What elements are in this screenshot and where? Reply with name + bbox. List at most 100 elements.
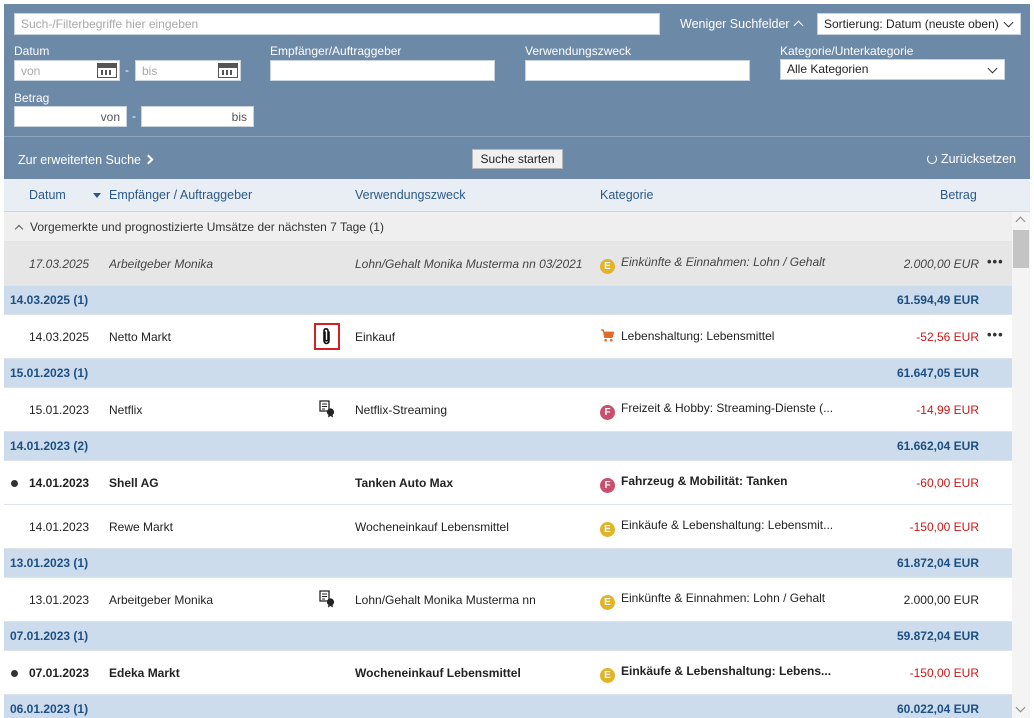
row-purpose: Tanken Auto Max [355, 476, 454, 490]
date-separator: - [125, 63, 129, 77]
row-category-label: Lebenshaltung: Lebensmittel [621, 329, 775, 343]
document-badge-icon[interactable] [318, 400, 336, 418]
transaction-row[interactable]: 14.01.2023 Rewe Markt Wocheneinkauf Lebe… [4, 505, 1012, 549]
group-balance: 61.662,04 EUR [896, 439, 979, 453]
calendar-icon[interactable] [97, 63, 117, 78]
row-date: 17.03.2025 [29, 257, 90, 271]
scroll-up-icon[interactable] [1015, 216, 1026, 227]
purpose-input[interactable] [525, 60, 750, 81]
row-date: 07.01.2023 [29, 666, 90, 680]
transaction-row[interactable]: 13.01.2023 Arbeitgeber Monika Lohn/Gehal… [4, 578, 1012, 622]
row-category: Lebenshaltung: Lebensmittel [600, 328, 840, 343]
row-category-label: Einkünfte & Einnahmen: Lohn / Gehalt [621, 255, 826, 269]
calendar-icon[interactable] [218, 63, 238, 78]
category-e-icon: E [600, 522, 615, 537]
extended-search-link[interactable]: Zur erweiterten Suche [18, 153, 154, 167]
chevron-up-icon [14, 224, 24, 234]
row-purpose: Wocheneinkauf Lebensmittel [355, 666, 521, 680]
row-category-label: Einkünfte & Einnahmen: Lohn / Gehalt [621, 591, 826, 605]
row-payee: Edeka Markt [109, 666, 180, 680]
payee-input[interactable] [270, 60, 495, 81]
category-label: Kategorie/Unterkategorie [780, 44, 914, 58]
row-date: 14.01.2023 [29, 476, 90, 490]
fewer-fields-label: Weniger Suchfelder [680, 17, 790, 31]
more-options-icon[interactable]: ••• [987, 254, 1004, 269]
row-amount: 2.000,00 EUR [903, 257, 979, 271]
transaction-row[interactable]: 15.01.2023 Netflix Netflix-Streaming F Fr… [4, 388, 1012, 432]
row-date: 15.01.2023 [29, 403, 90, 417]
document-badge-icon[interactable] [318, 590, 336, 608]
more-options-icon[interactable]: ••• [987, 327, 1004, 342]
group-date: 14.03.2025 (1) [10, 293, 89, 307]
row-purpose: Lohn/Gehalt Monika Musterma nn 03/2021 [355, 257, 583, 271]
extended-search-label: Zur erweiterten Suche [18, 153, 141, 167]
amount-label: Betrag [14, 91, 50, 105]
row-category: F Freizeit & Hobby: Streaming-Dienste (..… [600, 401, 840, 420]
scroll-down-icon[interactable] [1015, 702, 1026, 713]
chevron-up-icon [793, 20, 804, 31]
chevron-down-icon [1003, 17, 1014, 28]
amount-separator: - [132, 109, 136, 123]
pending-section-title: Vorgemerkte und prognostizierte Umsätze … [30, 220, 384, 234]
row-amount: 2.000,00 EUR [903, 593, 979, 607]
row-category: E Einkünfte & Einnahmen: Lohn / Gehalt [600, 255, 840, 274]
row-category-label: Freizeit & Hobby: Streaming-Dienste (... [621, 401, 834, 415]
reset-label: Zurücksetzen [940, 152, 1016, 166]
pending-section-header[interactable]: Vorgemerkte und prognostizierte Umsätze … [4, 212, 1012, 242]
group-balance: 60.022,04 EUR [896, 702, 979, 716]
group-balance: 61.872,04 EUR [896, 556, 979, 570]
paperclip-icon[interactable] [314, 323, 340, 350]
date-group-row: 13.01.2023 (1) 61.872,04 EUR [4, 549, 1012, 578]
sort-value: Sortierung: Datum (neuste oben) [824, 17, 999, 31]
category-f-icon: F [600, 405, 615, 420]
category-e-icon: E [600, 259, 615, 274]
row-category: E Einkäufe & Lebenshaltung: Lebens... [600, 664, 840, 683]
column-header-purpose[interactable]: Verwendungszweck [355, 188, 465, 202]
pending-transaction-row[interactable]: 17.03.2025 Arbeitgeber Monika Lohn/Gehal… [4, 242, 1012, 286]
amount-from-input[interactable] [14, 106, 127, 127]
category-value: Alle Kategorien [787, 62, 869, 76]
chevron-down-icon [987, 63, 998, 74]
category-f-icon: F [600, 478, 615, 493]
row-amount: -52,56 EUR [916, 330, 979, 344]
row-payee: Arbeitgeber Monika [109, 257, 214, 271]
table-header: Datum Empfänger / Auftraggeber Verwendun… [4, 179, 1030, 212]
purpose-label: Verwendungszweck [525, 44, 632, 58]
sort-desc-icon[interactable] [93, 193, 101, 198]
scrollbar-thumb[interactable] [1013, 230, 1029, 268]
row-purpose: Netflix-Streaming [355, 403, 448, 417]
search-panel: Weniger Suchfelder Sortierung: Datum (ne… [4, 4, 1030, 179]
column-header-category[interactable]: Kategorie [600, 188, 654, 202]
row-date: 14.01.2023 [29, 520, 90, 534]
row-payee: Netflix [109, 403, 143, 417]
start-search-button[interactable]: Suche starten [472, 149, 563, 169]
amount-to-input[interactable] [141, 106, 254, 127]
row-purpose: Lohn/Gehalt Monika Musterma nn [355, 593, 536, 607]
transaction-row[interactable]: 14.03.2025 Netto Markt Einkauf Lebenshal… [4, 315, 1012, 359]
category-select[interactable]: Alle Kategorien [780, 59, 1005, 80]
reset-icon [926, 154, 937, 164]
row-category-label: Einkäufe & Lebenshaltung: Lebensmit... [621, 518, 834, 532]
row-date: 14.03.2025 [29, 330, 90, 344]
transaction-row[interactable]: 14.01.2023 Shell AG Tanken Auto Max F Fah… [4, 461, 1012, 505]
search-input[interactable] [14, 13, 660, 35]
transaction-row[interactable]: 07.01.2023 Edeka Markt Wocheneinkauf Leb… [4, 651, 1012, 695]
row-amount: -150,00 EUR [909, 520, 979, 534]
row-category-label: Fahrzeug & Mobilität: Tanken [621, 474, 788, 488]
reset-link[interactable]: Zurücksetzen [926, 152, 1016, 166]
row-amount: -60,00 EUR [916, 476, 979, 490]
fewer-fields-toggle[interactable]: Weniger Suchfelder [680, 17, 804, 31]
row-payee: Arbeitgeber Monika [109, 593, 214, 607]
column-header-amount[interactable]: Betrag [940, 188, 977, 202]
column-header-payee[interactable]: Empfänger / Auftraggeber [109, 188, 252, 202]
column-header-date[interactable]: Datum [29, 188, 66, 202]
vertical-scrollbar[interactable] [1012, 212, 1030, 718]
unread-dot-icon [11, 670, 18, 677]
date-group-row: 06.01.2023 (1) 60.022,04 EUR [4, 695, 1012, 718]
date-group-row: 07.01.2023 (1) 59.872,04 EUR [4, 622, 1012, 651]
row-category: F Fahrzeug & Mobilität: Tanken [600, 474, 840, 493]
shopping-cart-icon [600, 329, 615, 342]
sort-select[interactable]: Sortierung: Datum (neuste oben) [817, 13, 1021, 35]
group-date: 06.01.2023 (1) [10, 702, 89, 716]
row-amount: -150,00 EUR [909, 666, 979, 680]
